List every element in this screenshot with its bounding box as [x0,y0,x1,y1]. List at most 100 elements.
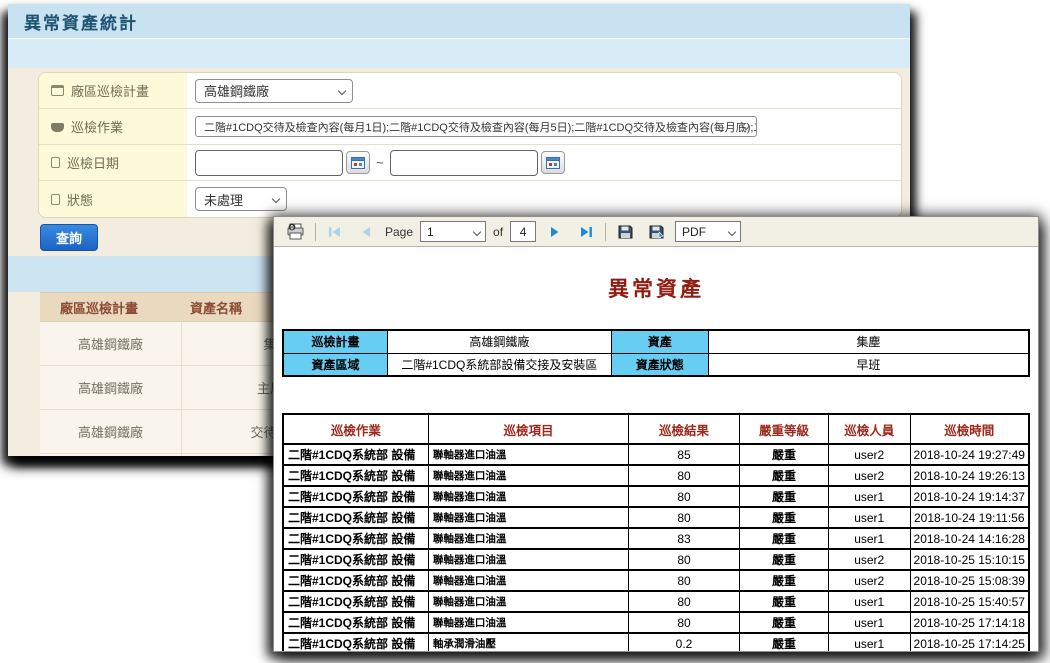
table-cell: 嚴重 [740,570,829,591]
table-cell: 嚴重 [740,486,829,507]
table-cell: 聯軸器進口油溫 [428,549,628,570]
next-page-button[interactable] [543,220,567,244]
date-field-cell: ~ [187,145,901,180]
table-cell: 二階#1CDQ系統部 設備 [283,486,428,507]
date-from-input[interactable] [195,150,343,176]
form-row-status: 狀態 未處理 [39,181,901,217]
table-cell: user1 [828,633,910,652]
column-header: 巡檢項目 [428,414,628,444]
table-cell: 嚴重 [740,528,829,549]
table-cell: 2018-10-25 15:40:57 [910,591,1029,612]
task-select-value: 二階#1CDQ交待及檢查內容(每月1日);二階#1CDQ交待及檢查內容(每月5日… [204,119,757,135]
first-page-button[interactable] [323,220,347,244]
plan-icon [51,85,64,96]
table-cell: 二階#1CDQ系統部 設備 [283,507,428,528]
table-cell: 二階#1CDQ系統部 設備 [283,444,428,465]
report-content: 異常資產 巡檢計畫 高雄鋼鐵廠 資產 集塵 資產區域 二階#1CDQ系統部設備交… [274,247,1038,652]
report-title: 異常資產 [282,273,1030,303]
table-cell: 聯軸器進口油溫 [428,507,628,528]
date-to-input[interactable] [390,150,538,176]
form-row-date: 巡檢日期 ~ [39,145,901,181]
table-cell: 嚴重 [740,465,829,486]
table-cell: 二階#1CDQ系統部 設備 [283,591,428,612]
table-cell: 0.2 [629,633,740,652]
table-row: 二階#1CDQ系統部 設備聯軸器進口油溫80嚴重user12018-10-24 … [283,507,1029,528]
print-button[interactable]: 0 [284,220,308,244]
table-cell: 聯軸器進口油溫 [428,486,628,507]
table-cell: 二階#1CDQ系統部 設備 [283,570,428,591]
export-format-value: PDF [682,225,706,239]
previous-page-icon [358,225,374,239]
first-page-icon [327,225,343,239]
export-format-select[interactable]: PDF [675,221,741,242]
calendar-button[interactable] [541,151,565,174]
task-icon [51,123,64,132]
chevron-down-icon [338,86,346,94]
table-cell: 2018-10-25 17:14:25 [910,633,1029,652]
date-label-cell: 巡檢日期 [39,145,187,180]
calendar-button[interactable] [346,151,370,174]
task-select[interactable]: 二階#1CDQ交待及檢查內容(每月1日);二階#1CDQ交待及檢查內容(每月5日… [195,116,757,137]
table-cell: 85 [629,444,740,465]
column-header: 巡檢人員 [828,414,910,444]
table-cell: 嚴重 [740,591,829,612]
table-cell: user1 [828,486,910,507]
report-toolbar: 0 Page 1 of 4 [274,217,1038,247]
table-cell: 83 [629,528,740,549]
status-label-cell: 狀態 [39,181,187,217]
table-cell: user1 [828,591,910,612]
table-cell: 二階#1CDQ系統部 設備 [283,465,428,486]
next-page-icon [547,225,563,239]
page-number-value: 1 [427,225,434,239]
header-subband [8,38,910,68]
table-cell: 80 [629,507,740,528]
column-header: 巡檢作業 [283,414,428,444]
table-row: 二階#1CDQ系統部 設備軸承潤滑油壓0.2嚴重user12018-10-25 … [283,633,1029,652]
export-button[interactable] [644,220,668,244]
form-row-plan: 廠區巡檢計畫 高雄鋼鐵廠 [39,73,901,109]
calendar-icon [351,156,365,169]
table-cell: 嚴重 [740,507,829,528]
table-cell: 聯軸器進口油溫 [428,465,628,486]
table-cell: user1 [828,612,910,633]
table-cell: 高雄鋼鐵廠 [40,410,182,453]
search-button[interactable]: 查詢 [40,224,98,251]
status-icon [51,194,60,205]
table-cell: user1 [828,507,910,528]
search-form: 廠區巡檢計畫 高雄鋼鐵廠 巡檢作業 二階#1CDQ交待及檢查內容(每月1日);二… [38,72,902,218]
status-label: 狀態 [67,190,93,209]
last-page-button[interactable] [574,220,598,244]
save-button[interactable] [613,220,637,244]
info-label: 巡檢計畫 [283,330,387,353]
chevron-down-icon [272,195,280,203]
table-cell: 嚴重 [740,612,829,633]
task-label: 巡檢作業 [71,117,123,136]
chevron-down-icon [473,228,481,236]
plan-select[interactable]: 高雄鋼鐵廠 [195,79,353,103]
calendar-icon [546,156,560,169]
info-row: 巡檢計畫 高雄鋼鐵廠 資產 集塵 [283,330,1029,353]
info-label: 資產區域 [283,353,387,376]
page-number-select[interactable]: 1 [420,221,486,242]
info-label: 資產狀態 [611,353,708,376]
table-cell: 高雄鋼鐵廠 [40,322,182,365]
table-row: 二階#1CDQ系統部 設備聯軸器進口油溫80嚴重user12018-10-25 … [283,591,1029,612]
table-cell: user2 [828,570,910,591]
column-header: 嚴重等級 [740,414,829,444]
table-row: 二階#1CDQ系統部 設備聯軸器進口油溫80嚴重user12018-10-24 … [283,486,1029,507]
table-cell: 二階#1CDQ系統部 設備 [283,612,428,633]
table-cell: 嚴重 [740,633,829,652]
chevron-down-icon [728,228,736,236]
info-value: 二階#1CDQ系統部設備交接及安裝區 [387,353,611,376]
table-cell: 80 [629,486,740,507]
table-cell: 2018-10-25 17:14:18 [910,612,1029,633]
report-table-body: 二階#1CDQ系統部 設備聯軸器進口油溫85嚴重user22018-10-24 … [283,444,1029,652]
status-select[interactable]: 未處理 [195,187,287,211]
total-pages-box: 4 [510,221,536,242]
date-label: 巡檢日期 [67,153,119,172]
column-header: 巡檢時間 [910,414,1029,444]
column-header: 巡檢結果 [629,414,740,444]
info-value: 高雄鋼鐵廠 [387,330,611,353]
table-cell: 2018-10-25 15:10:15 [910,549,1029,570]
previous-page-button[interactable] [354,220,378,244]
